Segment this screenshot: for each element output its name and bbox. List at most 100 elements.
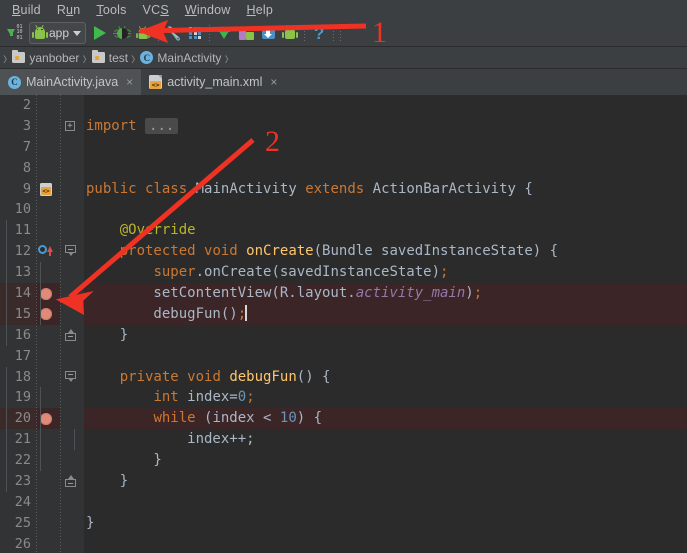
menu-item-run[interactable]: Run (49, 1, 89, 19)
gutter-fold-column[interactable] (60, 283, 84, 304)
code-line[interactable]: 18 private void debugFun() { (0, 366, 687, 388)
code-text[interactable]: while (index < 10) { (6, 408, 687, 430)
fold-collapse-end-icon[interactable] (65, 328, 76, 342)
code-line[interactable]: 23 } (0, 471, 687, 492)
breadcrumb-item-mainactivity[interactable]: C MainActivity (136, 51, 223, 65)
code-text[interactable]: setContentView(R.layout.activity_main); (6, 283, 687, 304)
layout-grid-icon[interactable] (184, 22, 206, 44)
code-line[interactable]: 22 } (0, 450, 687, 472)
menu-item-tools[interactable]: Tools (88, 1, 134, 19)
code-text[interactable]: int index=0; (6, 387, 687, 409)
override-method-icon[interactable] (38, 245, 53, 256)
code-text[interactable]: super.onCreate(savedInstanceState); (6, 262, 687, 284)
fold-collapse-end-icon[interactable] (65, 475, 76, 488)
run-configuration-selector[interactable]: app (29, 22, 87, 44)
code-line[interactable]: 8 (0, 157, 687, 179)
code-text[interactable]: private void debugFun() { (6, 366, 687, 388)
gutter-fold-column[interactable] (60, 95, 84, 116)
code-text[interactable]: import ... (84, 116, 687, 137)
code-text[interactable] (84, 199, 687, 220)
gutter-marks[interactable] (36, 199, 60, 221)
gutter-marks[interactable] (36, 345, 60, 367)
code-text[interactable] (84, 158, 687, 179)
gutter-fold-column[interactable] (60, 471, 84, 492)
breakpoint-icon[interactable] (40, 308, 52, 321)
code-line[interactable]: 19 int index=0; (0, 387, 687, 409)
gutter-marks[interactable] (36, 220, 60, 242)
gutter-fold-column[interactable] (60, 345, 84, 367)
gutter-marks[interactable] (36, 533, 60, 553)
wrench-icon[interactable]: 🔧 (162, 22, 184, 44)
gutter-fold-column[interactable] (60, 241, 84, 263)
gutter-fold-column[interactable] (60, 491, 84, 513)
code-line[interactable]: 13 super.onCreate(savedInstanceState); (0, 262, 687, 284)
code-text[interactable] (84, 534, 687, 553)
code-line[interactable]: 16 } (0, 324, 687, 346)
code-line[interactable]: 25} (0, 512, 687, 534)
gutter-fold-column[interactable] (60, 324, 84, 346)
gutter-marks[interactable] (36, 136, 60, 158)
gutter-marks[interactable] (36, 157, 60, 179)
code-line[interactable]: 21 index++; (0, 429, 687, 451)
fold-placeholder[interactable]: ... (145, 117, 179, 134)
code-text[interactable]: } (6, 450, 687, 472)
breakpoint-icon[interactable] (40, 287, 52, 300)
gutter-marks[interactable] (36, 471, 60, 492)
code-line[interactable]: 15 debugFun(); (0, 303, 687, 325)
code-text[interactable]: } (6, 324, 687, 346)
code-text[interactable]: } (84, 513, 687, 534)
tab-activity-main-xml[interactable]: activity_main.xml × (141, 69, 285, 95)
gutter-fold-column[interactable] (60, 450, 84, 472)
menu-item-help[interactable]: Help (239, 1, 282, 19)
code-line[interactable]: 9 public class MainActivity extends Actio… (0, 178, 687, 200)
code-editor[interactable]: 23 + import ... 789 public class MainActivit… (0, 95, 687, 553)
close-icon[interactable]: × (270, 75, 277, 89)
breadcrumb-item-yanbober[interactable]: yanbober (8, 50, 81, 65)
gutter-fold-column[interactable] (60, 408, 84, 430)
sdk-manager-icon[interactable] (235, 22, 257, 44)
code-line[interactable]: 20 while (index < 10) { (0, 408, 687, 430)
code-text[interactable] (84, 95, 687, 116)
gutter-fold-column[interactable] (60, 178, 84, 200)
run-icon[interactable] (89, 22, 111, 44)
gutter-fold-column[interactable] (60, 220, 84, 242)
gutter-marks[interactable] (36, 115, 60, 137)
android-device-icon[interactable] (279, 22, 301, 44)
sdk-update-icon[interactable] (257, 22, 279, 44)
sync-gradle-icon[interactable]: 01 10 01 (4, 22, 26, 44)
code-line[interactable]: 26 (0, 533, 687, 553)
gutter-marks[interactable] (36, 324, 60, 346)
code-text[interactable]: index++; (6, 429, 687, 451)
code-line[interactable]: 17 (0, 345, 687, 367)
gutter-fold-column[interactable] (60, 157, 84, 179)
gutter-fold-column[interactable] (60, 136, 84, 158)
debug-icon[interactable] (111, 22, 133, 44)
code-line[interactable]: 12 protected void onCreate(Bundle savedI… (0, 241, 687, 263)
breakpoint-icon[interactable] (40, 412, 52, 425)
attach-debugger-icon[interactable] (133, 22, 155, 44)
gutter-fold-column[interactable] (60, 366, 84, 388)
gutter-marks[interactable] (36, 178, 60, 200)
gutter-fold-column[interactable] (60, 262, 84, 284)
code-line[interactable]: 3 + import ... (0, 115, 687, 137)
gutter-marks[interactable] (36, 491, 60, 513)
code-line[interactable]: 11 @Override (0, 220, 687, 242)
code-text[interactable]: public class MainActivity extends Action… (84, 179, 687, 200)
gutter-marks[interactable] (36, 366, 60, 388)
code-text[interactable]: debugFun(); (6, 303, 687, 325)
menu-item-vcs[interactable]: VCS (135, 1, 177, 19)
gutter-marks[interactable] (36, 241, 60, 263)
code-text[interactable]: } (6, 471, 687, 492)
close-icon[interactable]: × (126, 75, 133, 89)
help-icon[interactable]: ? (308, 22, 330, 44)
gutter-fold-column[interactable] (60, 533, 84, 553)
gutter-fold-column[interactable] (60, 303, 84, 325)
breadcrumb-item-test[interactable]: test (88, 50, 130, 65)
gutter-fold-column[interactable] (60, 387, 84, 409)
gutter-fold-column[interactable] (60, 429, 84, 451)
fold-collapse-icon[interactable] (65, 370, 76, 384)
avd-manager-icon[interactable] (213, 22, 235, 44)
gutter-marks[interactable] (36, 512, 60, 534)
code-text[interactable]: @Override (6, 220, 687, 242)
code-line[interactable]: 14 setContentView(R.layout.activity_main… (0, 283, 687, 304)
